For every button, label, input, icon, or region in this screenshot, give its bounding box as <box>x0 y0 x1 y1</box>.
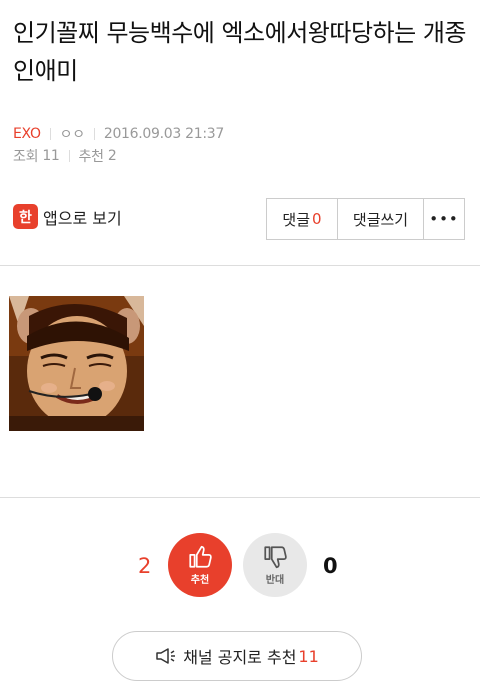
comments-count: 0 <box>312 210 322 228</box>
post-stats: 조회 11 추천 2 <box>13 146 117 166</box>
meta-divider <box>68 150 70 162</box>
meta-divider <box>49 128 51 140</box>
downvote-button[interactable]: 반대 <box>243 533 307 597</box>
write-comment-button[interactable]: 댓글쓰기 <box>338 199 424 239</box>
upvote-button[interactable]: 추천 <box>168 533 232 597</box>
downvote-count: 0 <box>323 554 338 578</box>
post-image[interactable] <box>9 296 144 431</box>
notice-recommend-count: 11 <box>298 646 319 666</box>
upvote-label: 추천 <box>190 575 210 586</box>
views-count: 11 <box>42 148 60 164</box>
board-name[interactable]: EXO <box>13 126 41 142</box>
post-title: 인기꼴찌 무능백수에 엑소에서왕따당하는 개종인애미 <box>13 19 467 85</box>
author-name: ㅇㅇ <box>59 127 85 143</box>
section-divider <box>0 497 480 498</box>
recommend-to-notice-label: 채널 공지로 추천 <box>183 648 297 667</box>
app-logo-icon: 한 <box>13 204 38 229</box>
post-meta: EXO ㅇㅇ 2016.09.03 21:37 <box>13 124 224 144</box>
recommend-label: 추천 <box>78 149 104 165</box>
megaphone-icon <box>156 648 176 664</box>
upvote-count: 2 <box>138 554 152 578</box>
more-options-button[interactable]: ••• <box>424 199 464 239</box>
meta-divider <box>93 128 95 140</box>
views-label: 조회 <box>13 149 39 165</box>
downvote-label: 반대 <box>265 575 285 586</box>
comments-button[interactable]: 댓글 0 <box>267 199 338 239</box>
post-action-buttons: 댓글 0 댓글쓰기 ••• <box>266 198 465 240</box>
open-in-app-label: 앱으로 보기 <box>43 208 122 228</box>
thumbs-down-icon <box>264 546 287 569</box>
recommend-count: 2 <box>107 148 117 164</box>
section-divider <box>0 265 480 266</box>
post-datetime: 2016.09.03 21:37 <box>103 126 224 142</box>
thumbs-up-icon <box>189 545 212 568</box>
open-in-app-link[interactable]: 한 앱으로 보기 <box>13 204 122 229</box>
comments-label: 댓글 <box>282 210 311 229</box>
recommend-to-notice-button[interactable]: 채널 공지로 추천 11 <box>112 631 362 681</box>
